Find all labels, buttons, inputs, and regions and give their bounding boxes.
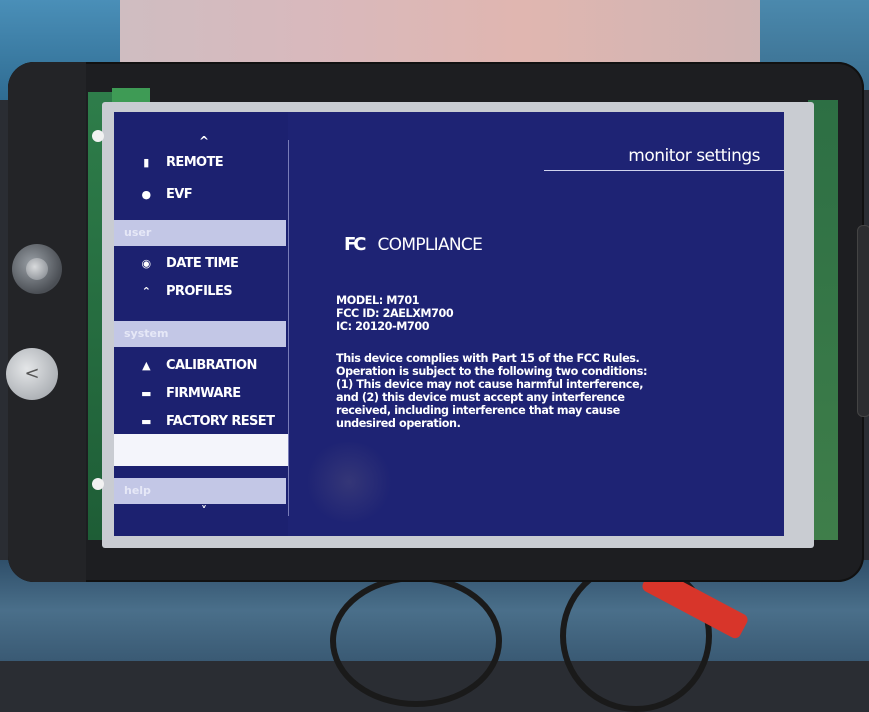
sidebar-item-label: CALIBRATION <box>166 357 257 373</box>
sidebar-item-compliance-selected[interactable] <box>114 434 288 466</box>
status-dot <box>92 478 104 490</box>
remote-icon: ▮ <box>143 155 149 169</box>
back-chevron-icon: < <box>24 363 40 384</box>
sidebar-item-label: PROFILES <box>166 283 233 299</box>
sidebar-item-label: EVF <box>166 186 193 202</box>
sidebar-divider <box>288 140 289 516</box>
section-header-help: help <box>114 478 286 504</box>
status-dot <box>92 130 104 142</box>
evf-icon: ● <box>141 187 152 201</box>
sidebar-item-label: DATE TIME <box>166 255 239 271</box>
sidebar-item-label: FACTORY RESET <box>166 413 275 429</box>
fcc-id: FCC ID: 2AELXM700 <box>336 307 454 320</box>
firmware-icon: ▬ <box>141 386 151 400</box>
page-title: monitor settings <box>628 146 760 166</box>
device-info: MODEL: M701 FCC ID: 2AELXM700 IC: 20120-… <box>336 294 454 333</box>
cable <box>560 560 712 712</box>
sidebar-item-factory-reset[interactable]: ▬ FACTORY RESET <box>140 410 275 432</box>
scroll-down-icon[interactable]: ˅ <box>194 504 214 518</box>
sidebar-item-label: FIRMWARE <box>166 385 241 401</box>
ic-number: IC: 20120-M700 <box>336 320 430 333</box>
knob-center <box>26 258 48 280</box>
title-underline <box>544 170 784 171</box>
back-button[interactable]: < <box>6 348 58 400</box>
control-knob[interactable] <box>12 244 62 294</box>
model-number: MODEL: M701 <box>336 294 420 307</box>
compliance-title: COMPLIANCE <box>377 234 483 255</box>
profiles-icon: ⌃ <box>141 284 151 298</box>
compliance-heading: FC COMPLIANCE <box>344 234 483 255</box>
sidebar-item-remote[interactable]: ▮ REMOTE <box>140 151 223 173</box>
monitor-screen: ^ ▮ REMOTE ● EVF user ◉ DATE TIME ⌃ PROF… <box>114 112 784 536</box>
sidebar-item-evf[interactable]: ● EVF <box>140 183 193 205</box>
settings-sidebar: ^ ▮ REMOTE ● EVF user ◉ DATE TIME ⌃ PROF… <box>114 112 288 536</box>
fcc-logo-icon: FC <box>344 234 366 255</box>
section-header-user: user <box>114 220 286 246</box>
reset-icon: ▬ <box>141 414 151 428</box>
clock-icon: ◉ <box>141 256 152 270</box>
side-latch <box>857 225 869 417</box>
sidebar-item-calibration[interactable]: ▲ CALIBRATION <box>140 354 257 376</box>
screen-reflection <box>304 442 394 522</box>
section-header-system: system <box>114 321 286 347</box>
fcc-statement: This device complies with Part 15 of the… <box>336 352 648 430</box>
sidebar-item-date-time[interactable]: ◉ DATE TIME <box>140 252 239 274</box>
cable <box>330 575 502 707</box>
sidebar-item-label: REMOTE <box>166 154 224 170</box>
scroll-up-icon[interactable]: ^ <box>194 134 214 148</box>
monitor-side-panel <box>8 62 86 582</box>
sidebar-item-profiles[interactable]: ⌃ PROFILES <box>140 280 233 302</box>
sidebar-item-firmware[interactable]: ▬ FIRMWARE <box>140 382 241 404</box>
calibration-icon: ▲ <box>142 358 150 372</box>
